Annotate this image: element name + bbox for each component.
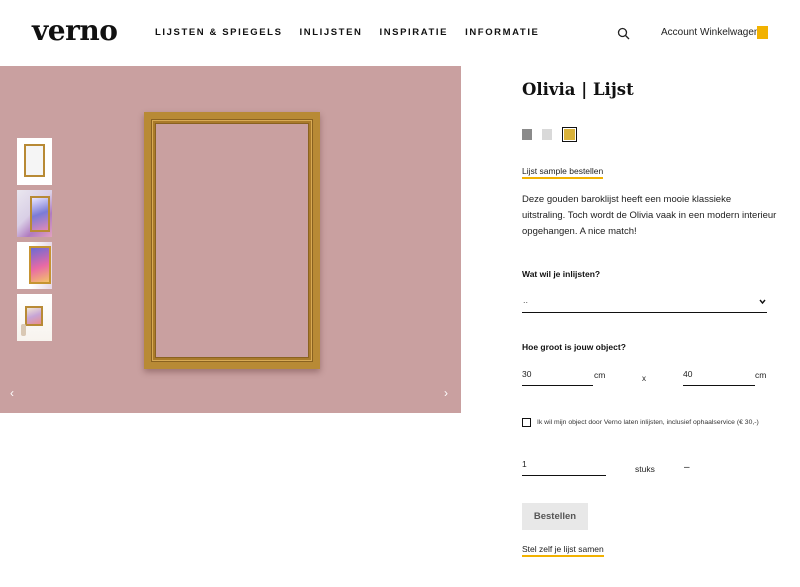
thumbnail-frame-image: [24, 144, 45, 177]
next-arrow-icon[interactable]: ›: [444, 386, 448, 400]
object-label: Wat wil je inlijsten?: [522, 269, 601, 279]
sample-order-link[interactable]: Lijst sample bestellen: [522, 166, 604, 179]
product-image: [144, 112, 320, 369]
product-gallery: ‹ ›: [0, 66, 461, 413]
thumbnail-vase-image: [21, 324, 26, 336]
order-button[interactable]: Bestellen: [522, 503, 588, 530]
thumbnail-1[interactable]: [17, 138, 52, 185]
thumbnail-2[interactable]: [17, 190, 52, 237]
frame-inner-border: [155, 123, 309, 358]
thumbnail-list: [17, 138, 52, 346]
thumbnail-3[interactable]: [17, 242, 52, 289]
object-select[interactable]: ..: [522, 293, 767, 313]
width-input[interactable]: 30: [522, 367, 593, 386]
cart-link[interactable]: Winkelwagen: [700, 27, 759, 38]
nav-item-inspiratie[interactable]: INSPIRATIE: [379, 27, 448, 38]
height-unit: cm: [755, 370, 767, 380]
search-icon[interactable]: [617, 27, 630, 40]
service-checkbox-label[interactable]: Ik wil mijn object door Verno laten inli…: [537, 419, 759, 426]
chevron-down-icon: [759, 299, 766, 305]
quantity-input[interactable]: 1: [522, 457, 606, 476]
nav-item-lijsten-spiegels[interactable]: LIJSTEN & SPIEGELS: [155, 27, 283, 38]
compose-frame-link[interactable]: Stel zelf je lijst samen: [522, 544, 604, 557]
color-swatches: [522, 127, 577, 142]
prev-arrow-icon[interactable]: ‹: [10, 386, 14, 400]
size-times: x: [642, 374, 646, 383]
nav-item-inlijsten[interactable]: INLIJSTEN: [300, 27, 363, 38]
swatch-dark-grey[interactable]: [522, 129, 532, 140]
quantity-unit: stuks: [635, 464, 655, 474]
product-description: Deze gouden baroklijst heeft een mooie k…: [522, 194, 777, 237]
thumbnail-art-image: [29, 246, 51, 284]
height-input[interactable]: 40: [683, 367, 755, 386]
thumbnail-art-image: [30, 196, 50, 232]
swatch-light-grey[interactable]: [542, 129, 552, 140]
thumbnail-4[interactable]: [17, 294, 52, 341]
main-nav: LIJSTEN & SPIEGELS INLIJSTEN INSPIRATIE …: [155, 27, 557, 38]
swatch-gold[interactable]: [562, 127, 577, 142]
width-unit: cm: [594, 370, 606, 380]
swatch-gold-fill: [564, 129, 575, 140]
site-header: verno LIJSTEN & SPIEGELS INLIJSTEN INSPI…: [0, 0, 800, 66]
size-label: Hoe groot is jouw object?: [522, 342, 626, 352]
nav-item-informatie[interactable]: INFORMATIE: [465, 27, 539, 38]
object-select-value: ..: [523, 295, 529, 305]
service-checkbox[interactable]: [522, 418, 531, 427]
cart-icon[interactable]: [757, 26, 768, 39]
thumbnail-art-image: [25, 306, 43, 326]
product-title: Olivia | Lijst: [522, 80, 634, 99]
logo[interactable]: verno: [32, 14, 118, 47]
account-link[interactable]: Account: [661, 27, 697, 38]
quantity-decrease-button[interactable]: –: [684, 462, 690, 473]
